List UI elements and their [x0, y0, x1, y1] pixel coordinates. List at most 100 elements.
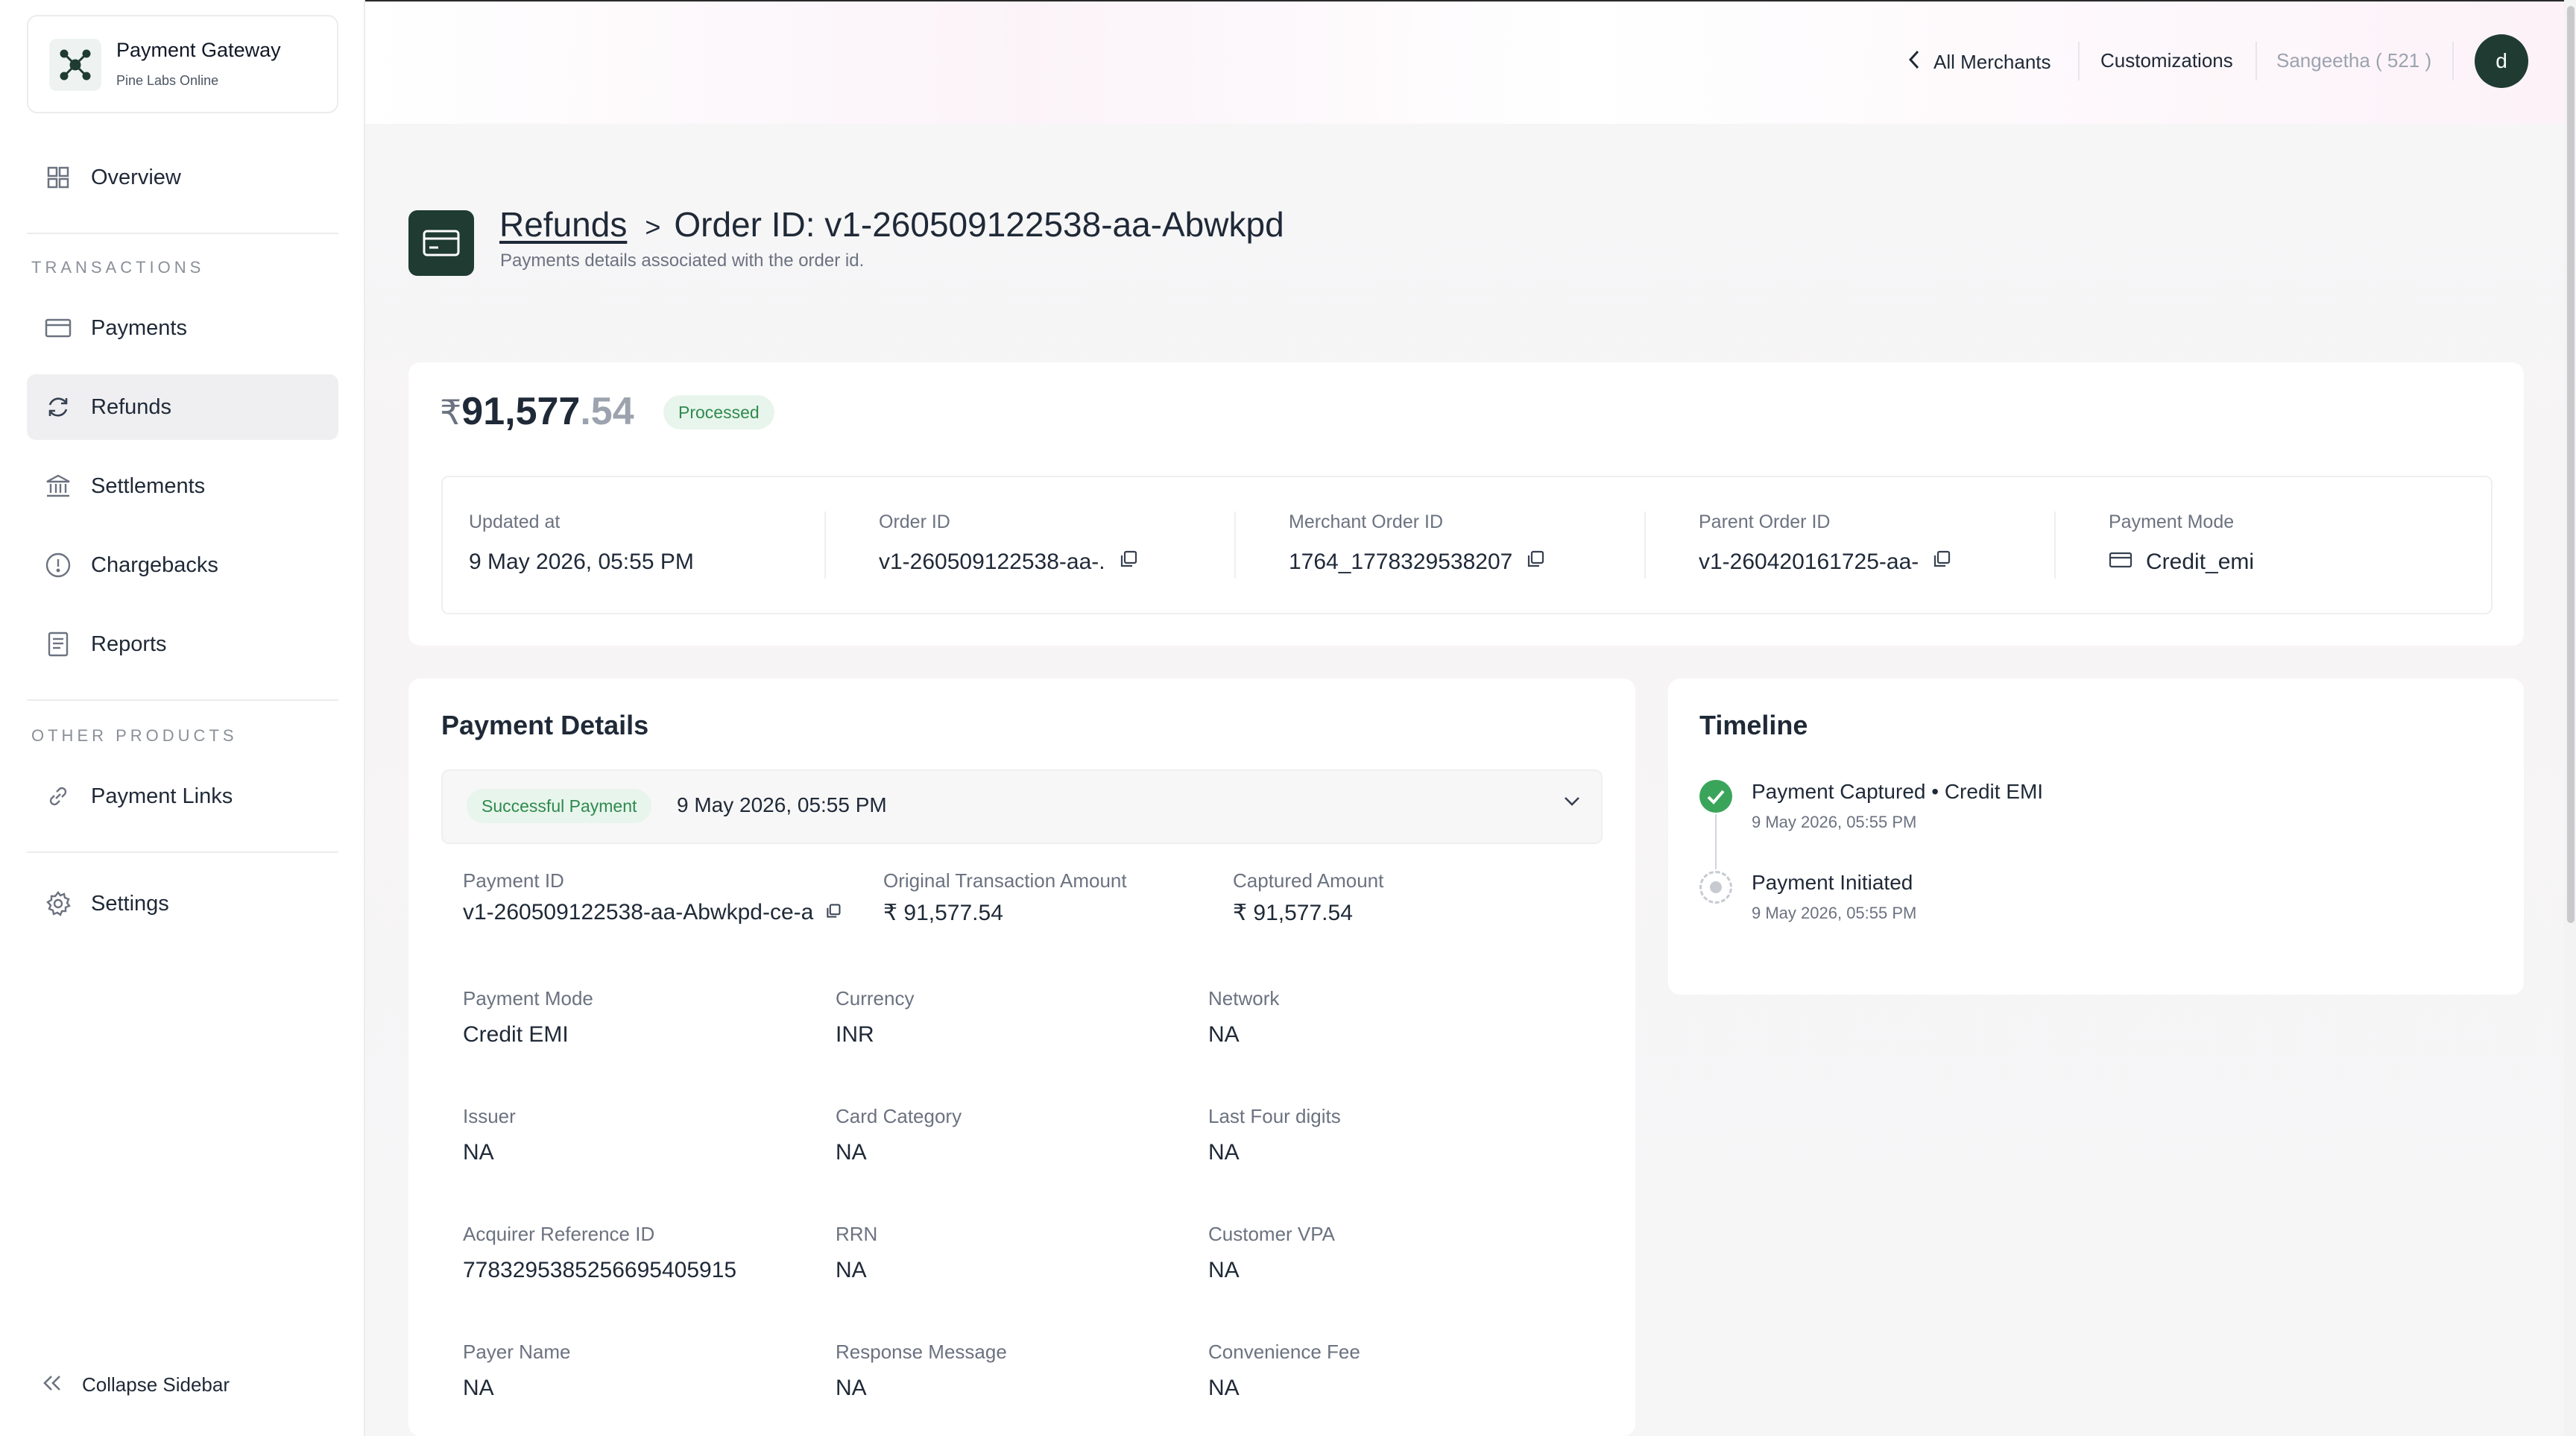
refund-icon [43, 392, 73, 422]
field-label: Payer Name [463, 1341, 571, 1363]
issuer-detail: Issuer NA [463, 1105, 516, 1165]
field-value: NA [836, 1258, 867, 1282]
field-value: 1764_1778329538207 [1289, 549, 1513, 574]
scrollbar-thumb[interactable] [2567, 6, 2575, 923]
timeline-event-time: 9 May 2026, 05:55 PM [1752, 813, 1917, 831]
sidebar-item-settlements[interactable]: Settlements [27, 453, 338, 519]
user-name[interactable]: Sangeetha ( 521 ) [2276, 49, 2431, 72]
field-value: NA [1208, 1258, 1240, 1282]
breadcrumb-link-refunds[interactable]: Refunds [499, 204, 627, 245]
page-title: Order ID: v1-260509122538-aa-Abwkpd [674, 205, 1284, 244]
field-value: ₹ 91,577.54 [1233, 901, 1353, 925]
payer-name-detail: Payer Name NA [463, 1341, 571, 1401]
field-label: Acquirer Reference ID [463, 1223, 655, 1245]
card-page-icon [408, 210, 474, 276]
sidebar-item-chargebacks[interactable]: Chargebacks [27, 532, 338, 598]
sidebar-item-overview[interactable]: Overview [27, 145, 338, 210]
column-divider [824, 511, 826, 579]
breadcrumb: Refunds > Order ID: v1-260509122538-aa-A… [499, 204, 1284, 245]
field-value: ₹ 91,577.54 [883, 901, 1003, 925]
card-category-detail: Card Category NA [836, 1105, 962, 1165]
sidebar-divider [27, 233, 338, 234]
pending-circle-icon [1699, 871, 1732, 904]
copy-icon[interactable] [1526, 549, 1545, 575]
column-divider [1234, 511, 1236, 579]
field-label: Issuer [463, 1105, 516, 1127]
field-value: NA [463, 1140, 494, 1165]
sidebar-item-label: Settlements [91, 473, 206, 498]
acquirer-reference-detail: Acquirer Reference ID 778329538525669540… [463, 1223, 736, 1283]
breadcrumb-separator: > [645, 212, 661, 242]
payment-mode-field: Payment Mode Credit_emi [2109, 511, 2254, 575]
collapse-sidebar-button[interactable]: Collapse Sidebar [42, 1373, 230, 1396]
field-value: NA [1208, 1022, 1240, 1047]
field-label: Updated at [469, 511, 561, 532]
field-value: NA [1208, 1376, 1240, 1400]
customizations-link[interactable]: Customizations [2100, 49, 2233, 72]
link-icon [43, 781, 73, 811]
timeline-event-title: Payment Initiated [1752, 871, 1913, 894]
copy-icon[interactable] [825, 900, 842, 925]
sidebar-item-label: Chargebacks [91, 552, 218, 577]
parent-order-id-field: Parent Order ID v1-260420161725-aa- [1699, 511, 1951, 575]
avatar[interactable]: d [2475, 34, 2528, 88]
brand-title: Payment Gateway [116, 39, 281, 61]
field-label: Order ID [879, 511, 950, 532]
field-value: NA [836, 1376, 867, 1400]
status-badge: Processed [663, 395, 774, 429]
column-divider [1644, 511, 1646, 579]
payment-id-field: Payment ID v1-260509122538-aa-Abwkpd-ce-… [463, 869, 842, 925]
field-label: Response Message [836, 1341, 1007, 1363]
field-label: Original Transaction Amount [883, 869, 1127, 892]
field-value: NA [463, 1376, 494, 1400]
page-subtitle: Payments details associated with the ord… [500, 251, 865, 271]
all-merchants-link[interactable]: All Merchants [1908, 49, 2051, 75]
field-label: Payment ID [463, 869, 564, 892]
field-value: INR [836, 1022, 874, 1047]
sidebar-item-label: Settings [91, 891, 169, 916]
chevron-down-icon[interactable] [1562, 793, 1582, 812]
sidebar-item-refunds[interactable]: Refunds [27, 374, 338, 440]
sidebar-item-label: Payments [91, 315, 187, 340]
network-detail: Network NA [1208, 987, 1279, 1048]
field-label: Parent Order ID [1699, 511, 1831, 532]
sidebar-item-payment-links[interactable]: Payment Links [27, 763, 338, 829]
field-label: Payment Mode [463, 987, 593, 1010]
timeline-title: Timeline [1699, 710, 1808, 740]
field-label: Network [1208, 987, 1280, 1010]
field-label: Card Category [836, 1105, 962, 1127]
sidebar-item-label: Refunds [91, 394, 172, 419]
brand-switcher[interactable]: Payment Gateway Pine Labs Online [27, 15, 338, 113]
sidebar-item-settings[interactable]: Settings [27, 871, 338, 936]
copy-icon[interactable] [1932, 549, 1951, 575]
grid-icon [43, 163, 73, 192]
alert-icon [43, 550, 73, 580]
field-label: Currency [836, 987, 915, 1010]
captured-amount-field: Captured Amount ₹ 91,577.54 [1233, 869, 1383, 926]
sidebar-item-reports[interactable]: Reports [27, 611, 338, 677]
timeline-connector [1715, 814, 1717, 869]
merchant-order-id-field: Merchant Order ID 1764_1778329538207 [1289, 511, 1545, 575]
top-bar [365, 0, 2576, 124]
all-merchants-label: All Merchants [1933, 51, 2051, 73]
order-id-field: Order ID v1-260509122538-aa-. [879, 511, 1138, 575]
payment-mode-detail: Payment Mode Credit EMI [463, 987, 593, 1048]
section-label-other-products: OTHER PRODUCTS [31, 726, 238, 745]
field-value: v1-260509122538-aa-. [879, 549, 1105, 574]
updated-at-field: Updated at 9 May 2026, 05:55 PM [469, 511, 694, 575]
field-label: Customer VPA [1208, 1223, 1336, 1245]
check-circle-icon [1699, 780, 1732, 813]
topbar-divider [2078, 42, 2080, 81]
copy-icon[interactable] [1119, 549, 1138, 575]
sidebar-item-payments[interactable]: Payments [27, 295, 338, 361]
section-label-transactions: TRANSACTIONS [31, 258, 205, 277]
report-icon [43, 629, 73, 659]
field-value: 77832953852566954059​15 [463, 1258, 737, 1282]
sidebar-divider [27, 699, 338, 701]
topbar-divider [2255, 42, 2257, 81]
chevron-left-icon [1908, 49, 1920, 75]
sidebar: Payment Gateway Pine Labs Online Overvie… [0, 0, 365, 1436]
field-value: 9 May 2026, 05:55 PM [469, 549, 694, 574]
field-label: Payment Mode [2109, 511, 2235, 532]
sidebar-item-label: Payment Links [91, 784, 233, 808]
